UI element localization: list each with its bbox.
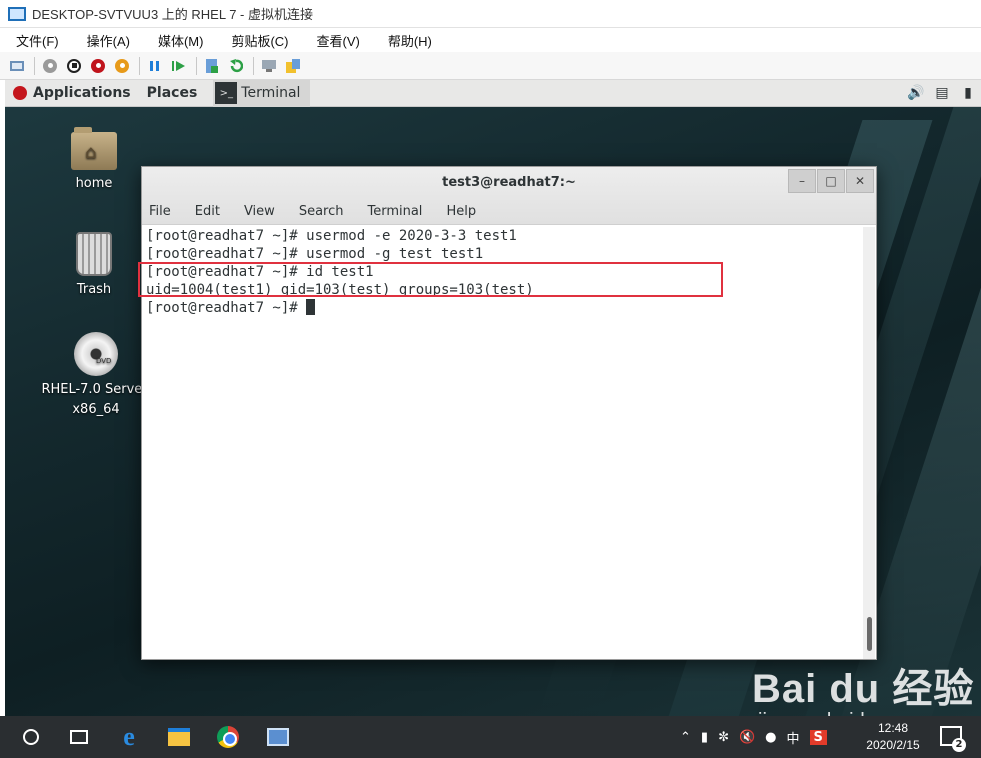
task-view-button[interactable] [66,724,92,750]
menu-file[interactable]: 文件(F) [12,29,63,52]
ctrl-alt-del-icon[interactable] [8,57,26,75]
wifi-icon[interactable]: ✼ [718,730,729,745]
terminal-menubar: File Edit View Search Terminal Help [146,204,497,219]
task-view-icon [70,730,88,744]
terminal-menu-view[interactable]: View [241,204,278,219]
chrome-taskbar-button[interactable] [215,724,241,750]
terminal-scrollbar[interactable] [863,227,875,659]
menu-clipboard[interactable]: 剪贴板(C) [227,29,292,52]
volume-muted-icon[interactable]: 🔇 [739,730,755,745]
start-icon[interactable] [41,57,59,75]
vm-connection-icon [267,728,289,746]
terminal-menu-edit[interactable]: Edit [192,204,223,219]
revert-icon[interactable] [227,57,245,75]
system-tray: ⌃ ▮ ✼ 🔇 ● 中 S [680,716,837,758]
redhat-logo-icon [13,86,27,100]
terminal-menu-search[interactable]: Search [296,204,347,219]
annotation-highlight-box [138,262,723,297]
menu-help[interactable]: 帮助(H) [384,29,436,52]
terminal-line: [root@readhat7 ~]# usermod -e 2020-3-3 t… [146,228,517,244]
dvd-icon: DVD [74,332,118,376]
terminal-window[interactable]: test3@readhat7:~ – □ ✕ File Edit View Se… [141,166,877,660]
ime-indicator[interactable]: 中 [787,728,800,747]
toolbar-separator [253,56,254,75]
folder-icon [168,728,190,746]
qq-icon[interactable]: ● [765,730,776,745]
terminal-header: test3@readhat7:~ – □ ✕ File Edit View Se… [142,167,876,225]
gnome-top-panel: Applications Places >_ Terminal 🔊 ▤ ▮ [5,80,981,107]
menu-action[interactable]: 操作(A) [83,29,134,52]
file-explorer-button[interactable] [166,724,192,750]
menu-view[interactable]: 查看(V) [313,29,364,52]
enhanced-session-icon[interactable] [260,57,278,75]
vm-window-titlebar: DESKTOP-SVTVUU3 上的 RHEL 7 - 虚拟机连接 [0,0,981,28]
terminal-taskbar-item[interactable]: >_ Terminal [213,80,311,107]
turn-off-icon[interactable] [65,57,83,75]
checkpoint-icon[interactable] [203,57,221,75]
share-icon[interactable] [284,57,302,75]
sogou-icon[interactable]: S [809,729,827,745]
desktop-icon-home[interactable]: ⌂ home [34,127,154,194]
vm-connection-icon [8,6,26,21]
edge-taskbar-button[interactable]: e [116,724,142,750]
watermark-brand: Bai du 经验 [752,667,975,711]
shutdown-icon[interactable] [89,57,107,75]
hyperv-taskbar-button[interactable] [265,724,291,750]
terminal-line: [root@readhat7 ~]# usermod -g test test1 [146,246,484,262]
home-folder-icon: ⌂ [71,127,117,170]
edge-icon: e [123,722,135,751]
desktop-icon-label: home [75,176,113,191]
windows-taskbar: e ⌃ ▮ ✼ 🔇 ● 中 S 12:48 2020/2/15 2 [0,716,981,758]
desktop-icon-label: Trash [76,282,112,297]
volume-icon[interactable]: 🔊 [907,84,925,102]
terminal-menu-terminal[interactable]: Terminal [364,204,425,219]
clock-date: 2020/2/15 [866,738,920,752]
taskbar-clock[interactable]: 12:48 2020/2/15 [858,720,928,754]
guest-desktop[interactable]: Applications Places >_ Terminal 🔊 ▤ ▮ ⌂ … [5,80,981,716]
places-menu[interactable]: Places [147,85,198,101]
menu-media[interactable]: 媒体(M) [154,29,208,52]
terminal-prompt-line: [root@readhat7 ~]# [146,299,862,317]
save-icon[interactable] [113,57,131,75]
battery-icon[interactable]: ▮ [959,84,977,102]
terminal-menu-help[interactable]: Help [443,204,479,219]
cortana-icon [23,729,39,745]
vm-toolbar [0,52,981,80]
battery-icon[interactable]: ▮ [701,730,708,745]
resume-icon[interactable] [170,57,188,75]
text-cursor [306,299,316,315]
pause-icon[interactable] [146,57,164,75]
terminal-task-label: Terminal [241,85,301,101]
network-icon[interactable]: ▤ [933,84,951,102]
window-title: DESKTOP-SVTVUU3 上的 RHEL 7 - 虚拟机连接 [32,7,313,22]
toolbar-separator [196,56,197,75]
close-button[interactable]: ✕ [846,169,874,193]
toolbar-separator [34,56,35,75]
chrome-icon [217,726,239,748]
terminal-menu-file[interactable]: File [146,204,174,219]
notification-count-badge: 2 [952,738,966,752]
terminal-prompt: [root@readhat7 ~]# [146,300,307,316]
chevron-up-icon[interactable]: ⌃ [680,730,691,745]
window-controls: – □ ✕ [787,169,874,193]
scrollbar-thumb[interactable] [867,617,872,651]
trash-icon [76,232,112,276]
status-area: 🔊 ▤ ▮ [899,84,977,102]
terminal-icon: >_ [215,82,238,104]
toolbar-separator [139,56,140,75]
minimize-button[interactable]: – [788,169,816,193]
maximize-button[interactable]: □ [817,169,845,193]
applications-menu[interactable]: Applications [33,85,131,101]
terminal-title: test3@readhat7:~ [442,175,576,190]
vm-menubar: 文件(F) 操作(A) 媒体(M) 剪贴板(C) 查看(V) 帮助(H) [0,28,981,52]
desktop-icon-trash[interactable]: Trash [34,232,154,300]
clock-time: 12:48 [877,721,909,735]
start-button[interactable] [18,724,44,750]
